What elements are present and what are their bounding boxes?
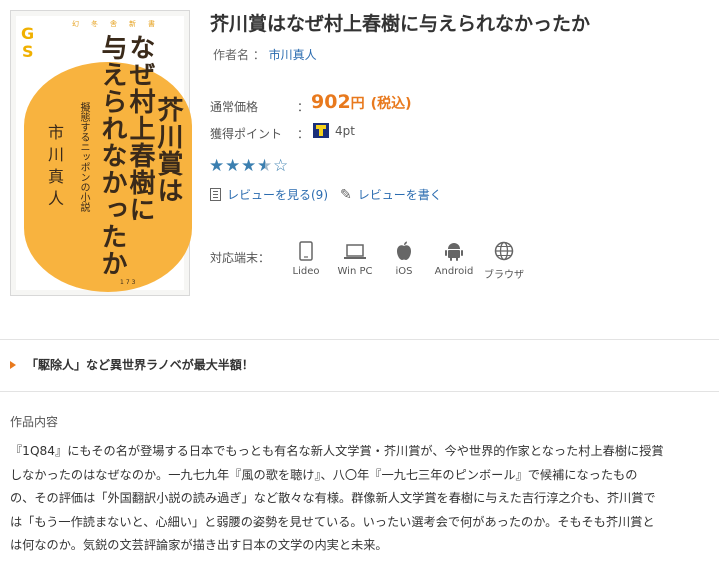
cover-author: 市川真人 xyxy=(45,124,64,212)
device-label: ブラウザ xyxy=(484,270,524,281)
half-star-icon: ★ xyxy=(257,156,273,176)
device-label: iOS xyxy=(395,266,413,277)
points-value-row: 4pt xyxy=(313,123,355,138)
device-label: Lideo xyxy=(292,266,320,277)
author-link[interactable]: 市川真人 xyxy=(269,48,317,62)
triangle-right-icon xyxy=(10,360,16,369)
divider xyxy=(0,339,719,340)
document-icon xyxy=(210,188,221,201)
pencil-icon: ✎ xyxy=(340,186,352,203)
star-icon: ★ xyxy=(209,156,225,176)
campaign-text: 「駆除人」など異世界ラノベが最大半額！ xyxy=(26,358,254,372)
device-label: Android xyxy=(434,266,474,277)
cover-art: G S 幻冬舎新書 芥川賞は なぜ村上春樹に 与えられなかったか 擬態するニッポ… xyxy=(16,16,192,292)
section-title: 作品内容 xyxy=(10,415,59,429)
svg-text:G: G xyxy=(21,24,34,43)
device-label: Win PC xyxy=(337,266,373,277)
points-value: 4pt xyxy=(335,123,355,138)
author-row: 作者名 ： 市川真人 xyxy=(213,46,317,63)
tablet-icon xyxy=(299,241,313,261)
device-android: Android xyxy=(429,241,479,277)
description-line: しなかったのはなぜなのか。一九七九年『風の歌を聴け』、八〇年『一九七三年のピンボ… xyxy=(10,467,638,482)
devices-label: 対応端末： xyxy=(210,251,271,265)
description-line: は何なのか。気鋭の文芸評論家が描き出す日本の文学の内実と未来。 xyxy=(10,538,388,552)
description-line: の、その評価は「外国翻訳小説の読み過ぎ」など散々な有様。群像新人文学賞を春樹に与… xyxy=(10,491,656,505)
price-yen: 円 xyxy=(350,96,365,112)
book-title: 芥川賞はなぜ村上春樹に与えられなかったか xyxy=(210,13,591,35)
star-rating: ★★★★☆ xyxy=(209,156,289,176)
description-line: 『1Q84』にもその名が登場する日本でもっとも有名な新人文学賞・芥川賞が、今や世… xyxy=(10,444,664,458)
star-icon: ★ xyxy=(241,156,257,176)
device-browser: ブラウザ xyxy=(479,241,529,281)
price-value: 902円 (税込) xyxy=(311,91,411,113)
device-winpc: Win PC xyxy=(330,241,380,277)
gs-logo: G S xyxy=(21,24,34,60)
laptop-icon xyxy=(344,244,366,259)
empty-star-icon: ☆ xyxy=(273,156,289,176)
campaign-link[interactable]: 「駆除人」など異世界ラノベが最大半額！ xyxy=(10,356,254,373)
svg-text:S: S xyxy=(22,42,34,60)
review-links: レビューを見る(9) ✎ レビューを書く xyxy=(210,186,442,203)
see-reviews-link[interactable]: レビューを見る(9) xyxy=(227,186,328,203)
points-label: 獲得ポイント xyxy=(210,127,283,141)
book-description: 『1Q84』にもその名が登場する日本でもっとも有名な新人文学賞・芥川賞が、今や世… xyxy=(10,440,710,558)
device-ios: iOS xyxy=(379,241,429,277)
divider xyxy=(0,391,719,392)
device-lideo: Lideo xyxy=(281,241,331,277)
star-icon: ★ xyxy=(225,156,241,176)
cover-subtitle: 擬態するニッポンの小説 xyxy=(78,102,89,212)
price-amount: 902 xyxy=(311,91,351,113)
write-review-link[interactable]: レビューを書く xyxy=(358,186,442,203)
t-point-icon xyxy=(313,123,329,138)
description-line: は「もう一作読まないと、心細い」と弱腰の姿勢を見せている。いったい選考会で何があ… xyxy=(10,514,655,529)
author-label: 作者名 ： xyxy=(213,48,265,62)
points-colon: ： xyxy=(297,127,310,141)
android-icon xyxy=(445,243,463,261)
cover-number: 173 xyxy=(120,279,138,286)
price-colon: ： xyxy=(297,100,310,114)
book-cover[interactable]: G S 幻冬舎新書 芥川賞は なぜ村上春樹に 与えられなかったか 擬態するニッポ… xyxy=(10,10,192,296)
cover-title-line3: 与えられなかったか xyxy=(97,34,127,277)
price-tax: (税込) xyxy=(370,96,412,112)
apple-icon xyxy=(397,241,411,260)
globe-icon xyxy=(494,241,514,261)
price-label: 通常価格 xyxy=(210,100,259,114)
